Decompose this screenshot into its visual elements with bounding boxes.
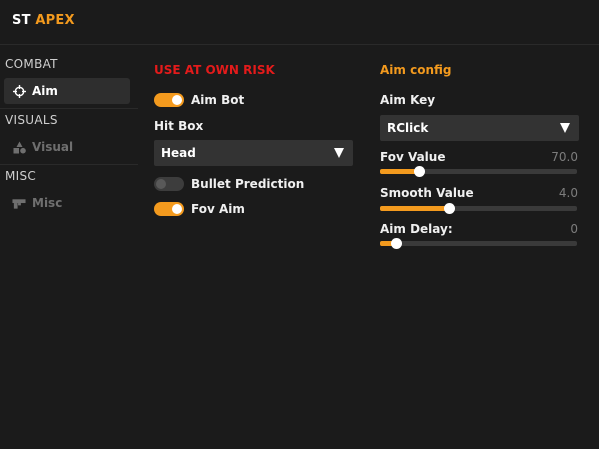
section-label-visuals: VISUALS <box>5 113 58 127</box>
fov-value-readout: 70.0 <box>551 150 578 164</box>
aim-key-select[interactable]: RClick <box>380 115 579 141</box>
hit-box-select[interactable]: Head <box>154 140 353 166</box>
sidebar-item-visual-label: Visual <box>32 140 74 154</box>
toggle-knob <box>172 95 182 105</box>
chevron-down-icon <box>334 148 344 158</box>
smooth-value-header: Smooth Value 4.0 <box>380 186 578 200</box>
aim-delay-readout: 0 <box>570 222 578 236</box>
sidebar-divider <box>0 164 138 165</box>
aim-delay-label: Aim Delay: <box>380 222 453 236</box>
aim-bot-label: Aim Bot <box>191 93 245 107</box>
aim-key-value: RClick <box>387 121 429 135</box>
aim-config-title: Aim config <box>380 63 452 77</box>
fov-aim-label: Fov Aim <box>191 202 245 216</box>
title-bar: ST APEX <box>0 0 599 44</box>
section-label-misc: MISC <box>5 169 37 183</box>
risk-warning: USE AT OWN RISK <box>154 63 275 77</box>
app-title-accent: APEX <box>35 13 75 28</box>
app-title: ST APEX <box>12 13 75 28</box>
smooth-value-readout: 4.0 <box>558 186 578 200</box>
bullet-prediction-label: Bullet Prediction <box>191 177 305 191</box>
smooth-value-slider[interactable] <box>380 203 577 214</box>
hit-box-label: Hit Box <box>154 119 204 133</box>
fov-aim-toggle-row[interactable]: Fov Aim <box>154 202 245 216</box>
sidebar-item-visual[interactable]: Visual <box>4 134 130 160</box>
sidebar-item-aim-label: Aim <box>32 84 58 98</box>
aim-key-label: Aim Key <box>380 93 436 107</box>
slider-thumb[interactable] <box>443 203 455 214</box>
fov-value-label: Fov Value <box>380 150 446 164</box>
sidebar-divider <box>0 108 138 109</box>
slider-fill <box>380 206 449 211</box>
app-title-prefix: ST <box>12 13 31 28</box>
sidebar-item-misc-label: Misc <box>32 196 63 210</box>
fov-value-slider[interactable] <box>380 166 577 177</box>
aim-bot-toggle[interactable] <box>154 93 184 107</box>
sidebar-item-aim[interactable]: Aim <box>4 78 130 104</box>
sidebar-item-misc[interactable]: Misc <box>4 190 130 216</box>
aim-delay-slider[interactable] <box>380 238 577 249</box>
slider-thumb[interactable] <box>414 166 426 177</box>
crosshair-icon <box>12 84 26 98</box>
toggle-knob <box>172 204 182 214</box>
aim-bot-toggle-row[interactable]: Aim Bot <box>154 93 244 107</box>
sidebar: COMBAT Aim VISUALS Visual MISC Misc <box>0 45 138 449</box>
smooth-value-label: Smooth Value <box>380 186 474 200</box>
bullet-prediction-toggle[interactable] <box>154 177 184 191</box>
toggle-knob <box>156 179 166 189</box>
gun-icon <box>12 196 26 210</box>
aim-delay-header: Aim Delay: 0 <box>380 222 578 236</box>
slider-thumb[interactable] <box>390 238 402 249</box>
fov-value-header: Fov Value 70.0 <box>380 150 578 164</box>
shapes-icon <box>12 140 26 154</box>
bullet-prediction-toggle-row[interactable]: Bullet Prediction <box>154 177 304 191</box>
chevron-down-icon <box>560 123 570 133</box>
section-label-combat: COMBAT <box>5 57 58 71</box>
fov-aim-toggle[interactable] <box>154 202 184 216</box>
hit-box-value: Head <box>161 146 196 160</box>
